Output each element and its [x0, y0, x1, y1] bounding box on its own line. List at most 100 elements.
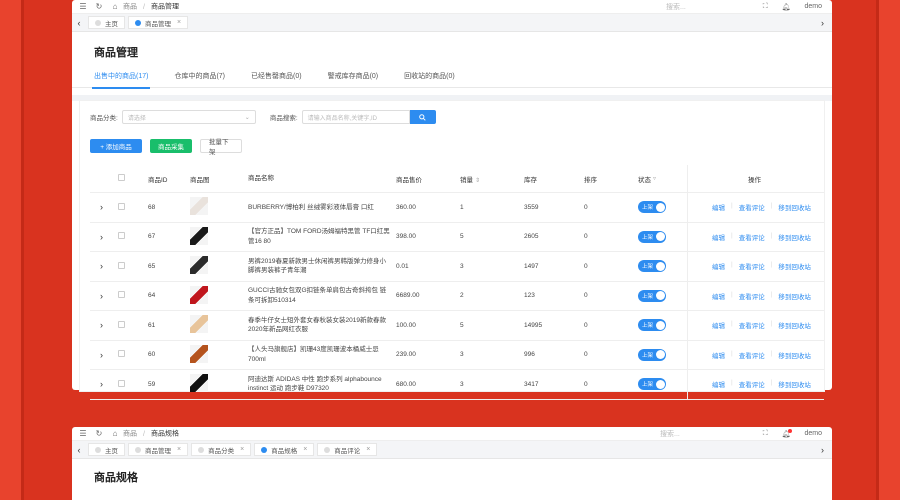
select-all-checkbox[interactable]: [118, 174, 125, 181]
move-to-recycle-link[interactable]: 移到回收站: [778, 320, 811, 330]
expand-icon[interactable]: ›: [90, 350, 118, 360]
expand-icon[interactable]: ›: [90, 291, 118, 301]
edit-link[interactable]: 编辑: [712, 202, 725, 212]
tab-scroll-left-icon[interactable]: ‹: [74, 18, 84, 28]
product-thumbnail[interactable]: [190, 344, 208, 363]
row-checkbox[interactable]: [118, 232, 125, 240]
fullscreen-icon[interactable]: ⛶: [763, 3, 768, 11]
row-checkbox[interactable]: [118, 379, 125, 387]
view-comments-link[interactable]: 查看评论: [739, 350, 765, 360]
view-comments-link[interactable]: 查看评论: [739, 261, 765, 271]
subtab-3[interactable]: 警戒库存商品(0): [328, 70, 379, 88]
tab-1[interactable]: 商品管理 ×: [128, 443, 189, 456]
header-status[interactable]: 状态 ▿: [638, 165, 688, 192]
product-thumbnail[interactable]: [190, 285, 208, 304]
add-product-button[interactable]: + 添加商品: [90, 139, 142, 153]
filter-icon[interactable]: ▿: [653, 175, 656, 182]
close-icon[interactable]: ×: [177, 446, 181, 453]
tab-0[interactable]: 主页: [88, 16, 125, 29]
cell-sales: 5: [460, 233, 464, 241]
status-toggle[interactable]: 上架: [638, 230, 666, 243]
product-thumbnail[interactable]: [190, 226, 208, 245]
status-toggle[interactable]: 上架: [638, 378, 666, 391]
close-icon[interactable]: ×: [240, 446, 244, 453]
view-comments-link[interactable]: 查看评论: [739, 291, 765, 301]
expand-icon[interactable]: ›: [90, 379, 118, 389]
expand-icon[interactable]: ›: [90, 202, 118, 212]
subtab-1[interactable]: 仓库中的商品(7): [174, 70, 225, 88]
category-select[interactable]: 请选择 ⌄: [121, 110, 256, 124]
product-thumbnail[interactable]: [190, 374, 208, 393]
view-comments-link[interactable]: 查看评论: [739, 232, 765, 242]
edit-link[interactable]: 编辑: [712, 261, 725, 271]
tab-scroll-right-icon[interactable]: ›: [821, 18, 824, 28]
status-toggle[interactable]: 上架: [638, 201, 666, 214]
move-to-recycle-link[interactable]: 移到回收站: [778, 379, 811, 389]
cell-id: 65: [148, 262, 156, 270]
tab-scroll-right-icon[interactable]: ›: [821, 445, 824, 455]
menu-icon[interactable]: ☰: [78, 2, 88, 12]
header-sales[interactable]: 销量 ⇕: [460, 174, 524, 184]
expand-icon[interactable]: ›: [90, 232, 118, 242]
status-toggle[interactable]: 上架: [638, 319, 666, 332]
tab-0[interactable]: 主页: [88, 443, 125, 456]
view-comments-link[interactable]: 查看评论: [739, 202, 765, 212]
tab-4[interactable]: 商品评论 ×: [317, 443, 378, 456]
edit-link[interactable]: 编辑: [712, 291, 725, 301]
subtab-0[interactable]: 出售中的商品(17): [91, 70, 151, 89]
move-to-recycle-link[interactable]: 移到回收站: [778, 202, 811, 212]
row-checkbox[interactable]: [118, 261, 125, 269]
subtab-4[interactable]: 回收站的商品(0): [404, 70, 455, 88]
view-comments-link[interactable]: 查看评论: [739, 379, 765, 389]
status-toggle[interactable]: 上架: [638, 260, 666, 273]
cell-name: BURBERRY/博柏利 丝绒雾彩液体唇膏 口红: [248, 203, 374, 211]
product-thumbnail[interactable]: [190, 256, 208, 275]
view-comments-link[interactable]: 查看评论: [739, 320, 765, 330]
row-checkbox[interactable]: [118, 320, 125, 328]
edit-link[interactable]: 编辑: [712, 379, 725, 389]
move-to-recycle-link[interactable]: 移到回收站: [778, 291, 811, 301]
search-button[interactable]: [409, 110, 436, 124]
edit-link[interactable]: 编辑: [712, 350, 725, 360]
edit-link[interactable]: 编辑: [712, 320, 725, 330]
tab-3[interactable]: 商品规格 ×: [254, 443, 315, 456]
expand-icon[interactable]: ›: [90, 261, 118, 271]
tab-2[interactable]: 商品分类 ×: [191, 443, 252, 456]
move-to-recycle-link[interactable]: 移到回收站: [778, 261, 811, 271]
row-checkbox[interactable]: [118, 291, 125, 299]
refresh-icon[interactable]: ↻: [94, 429, 104, 439]
product-search-input[interactable]: 请输入商品名称,关键字,ID: [301, 110, 410, 124]
move-to-recycle-link[interactable]: 移到回收站: [778, 232, 811, 242]
bell-icon[interactable]: 🔔︎: [782, 428, 793, 438]
tab-dot-icon: [95, 446, 101, 453]
refresh-icon[interactable]: ↻: [94, 2, 104, 12]
tab-1[interactable]: 商品管理 ×: [128, 16, 189, 29]
row-checkbox[interactable]: [118, 202, 125, 210]
expand-icon[interactable]: ›: [90, 320, 118, 330]
global-search-input[interactable]: 搜索...: [660, 429, 680, 439]
bell-icon[interactable]: 🔔︎: [782, 3, 791, 11]
breadcrumb-home[interactable]: 商品: [123, 4, 137, 11]
status-toggle[interactable]: 上架: [638, 348, 666, 361]
user-name[interactable]: demo: [804, 3, 822, 10]
close-icon[interactable]: ×: [366, 446, 370, 453]
batch-off-shelf-button[interactable]: 批量下架: [200, 139, 242, 156]
tab-scroll-left-icon[interactable]: ‹: [74, 445, 84, 455]
close-icon[interactable]: ×: [177, 19, 181, 26]
product-thumbnail[interactable]: [190, 197, 208, 216]
collect-product-button[interactable]: 商品采集: [150, 139, 192, 153]
sort-icon[interactable]: ⇕: [475, 178, 480, 184]
breadcrumb-home[interactable]: 商品: [123, 431, 137, 438]
move-to-recycle-link[interactable]: 移到回收站: [778, 350, 811, 360]
status-toggle[interactable]: 上架: [638, 289, 666, 302]
menu-icon[interactable]: ☰: [78, 429, 88, 439]
row-checkbox[interactable]: [118, 350, 125, 358]
edit-link[interactable]: 编辑: [712, 232, 725, 242]
close-icon[interactable]: ×: [303, 446, 307, 453]
cell-name: 【人头马旗舰店】凯珊43度凯珊波本桶威士忌700ml: [248, 346, 379, 363]
user-name[interactable]: demo: [804, 430, 822, 437]
global-search-input[interactable]: 搜索...: [666, 2, 686, 12]
product-thumbnail[interactable]: [190, 315, 208, 334]
subtab-2[interactable]: 已经售罄商品(0): [251, 70, 302, 88]
fullscreen-icon[interactable]: ⛶: [763, 430, 768, 438]
